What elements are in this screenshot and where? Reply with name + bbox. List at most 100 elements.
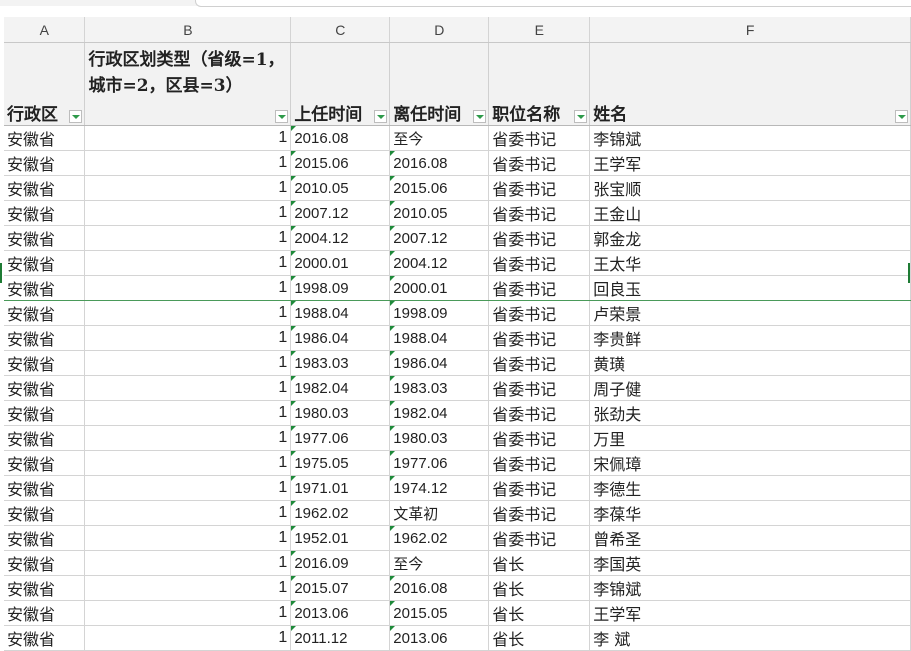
cell-type[interactable]: 1 [84,525,292,551]
header-cell-name[interactable]: 姓名 [589,42,911,126]
table-row[interactable]: 安徽省 1 2004.12 2007.12 省委书记 郭金龙 [4,225,911,251]
cell-region[interactable]: 安徽省 [4,550,86,576]
cell-region[interactable]: 安徽省 [4,325,86,351]
cell-position[interactable]: 省委书记 [488,475,591,501]
table-row[interactable]: 安徽省 1 1971.01 1974.12 省委书记 李德生 [4,475,911,501]
cell-start-date[interactable]: 2004.12 [290,225,391,251]
cell-position[interactable]: 省长 [488,550,591,576]
cell-position[interactable]: 省委书记 [488,250,591,276]
cell-type[interactable]: 1 [84,550,292,576]
cell-position[interactable]: 省委书记 [488,275,591,301]
cell-position[interactable]: 省委书记 [488,375,591,401]
cell-start-date[interactable]: 1962.02 [290,500,391,526]
column-header-b[interactable]: B [84,17,292,43]
header-cell-region[interactable]: 行政区 [4,42,86,126]
cell-start-date[interactable]: 1986.04 [290,325,391,351]
cell-start-date[interactable]: 1971.01 [290,475,391,501]
cell-start-date[interactable]: 2016.09 [290,550,391,576]
cell-start-date[interactable]: 2013.06 [290,600,391,626]
cell-position[interactable]: 省委书记 [488,350,591,376]
table-row[interactable]: 安徽省 1 1986.04 1988.04 省委书记 李贵鲜 [4,325,911,351]
table-row[interactable]: 安徽省 1 2015.07 2016.08 省长 李锦斌 [4,575,911,601]
cell-name[interactable]: 宋佩璋 [589,450,911,476]
cell-name[interactable]: 周子健 [589,375,911,401]
cell-name[interactable]: 万里 [589,425,911,451]
column-header-c[interactable]: C [290,17,391,43]
table-row[interactable]: 安徽省 1 2010.05 2015.06 省委书记 张宝顺 [4,175,911,201]
cell-region[interactable]: 安徽省 [4,200,86,226]
cell-end-date[interactable]: 1974.12 [389,475,490,501]
cell-start-date[interactable]: 1983.03 [290,350,391,376]
cell-name[interactable]: 李葆华 [589,500,911,526]
table-row[interactable]: 安徽省 1 2013.06 2015.05 省长 王学军 [4,600,911,626]
table-row[interactable]: 安徽省 1 2000.01 2004.12 省委书记 王太华 [4,250,911,276]
cell-start-date[interactable]: 1988.04 [290,300,391,326]
cell-name[interactable]: 曾希圣 [589,525,911,551]
cell-end-date[interactable]: 2015.06 [389,175,490,201]
cell-region[interactable]: 安徽省 [4,150,86,176]
cell-position[interactable]: 省委书记 [488,175,591,201]
filter-dropdown-icon[interactable] [473,110,487,123]
cell-end-date[interactable]: 1998.09 [389,300,490,326]
cell-start-date[interactable]: 2000.01 [290,250,391,276]
cell-type[interactable]: 1 [84,200,292,226]
cell-start-date[interactable]: 2016.08 [290,125,391,151]
cell-name[interactable]: 黄璜 [589,350,911,376]
table-row[interactable]: 安徽省 1 1980.03 1982.04 省委书记 张劲夫 [4,400,911,426]
cell-end-date[interactable]: 2015.05 [389,600,490,626]
filter-dropdown-icon[interactable] [275,110,289,123]
table-row[interactable]: 安徽省 1 1983.03 1986.04 省委书记 黄璜 [4,350,911,376]
cell-type[interactable]: 1 [84,400,292,426]
cell-start-date[interactable]: 1977.06 [290,425,391,451]
cell-position[interactable]: 省长 [488,600,591,626]
header-cell-end[interactable]: 离任时间 [389,42,490,126]
cell-position[interactable]: 省委书记 [488,425,591,451]
header-cell-position[interactable]: 职位名称 [488,42,591,126]
table-row[interactable]: 安徽省 1 1952.01 1962.02 省委书记 曾希圣 [4,525,911,551]
cell-region[interactable]: 安徽省 [4,375,86,401]
header-cell-type[interactable]: 行政区划类型（省级=1，城市=2，区县=3） [84,42,292,126]
cell-type[interactable]: 1 [84,325,292,351]
table-row[interactable]: 安徽省 1 2007.12 2010.05 省委书记 王金山 [4,200,911,226]
cell-region[interactable]: 安徽省 [4,625,86,651]
header-cell-start[interactable]: 上任时间 [290,42,391,126]
cell-name[interactable]: 王太华 [589,250,911,276]
cell-region[interactable]: 安徽省 [4,400,86,426]
cell-region[interactable]: 安徽省 [4,275,86,301]
cell-start-date[interactable]: 2007.12 [290,200,391,226]
cell-region[interactable]: 安徽省 [4,575,86,601]
cell-position[interactable]: 省委书记 [488,225,591,251]
table-row[interactable]: 安徽省 1 1998.09 2000.01 省委书记 回良玉 [4,275,911,301]
cell-name[interactable]: 李国英 [589,550,911,576]
cell-end-date[interactable]: 2007.12 [389,225,490,251]
cell-end-date[interactable]: 2016.08 [389,150,490,176]
table-row[interactable]: 安徽省 1 1988.04 1998.09 省委书记 卢荣景 [4,300,911,326]
cell-start-date[interactable]: 1998.09 [290,275,391,301]
cell-name[interactable]: 李锦斌 [589,575,911,601]
column-header-a[interactable]: A [4,17,86,43]
cell-region[interactable]: 安徽省 [4,175,86,201]
table-row[interactable]: 安徽省 1 1977.06 1980.03 省委书记 万里 [4,425,911,451]
cell-position[interactable]: 省委书记 [488,400,591,426]
cell-region[interactable]: 安徽省 [4,425,86,451]
cell-region[interactable]: 安徽省 [4,125,86,151]
cell-position[interactable]: 省委书记 [488,200,591,226]
cell-position[interactable]: 省委书记 [488,500,591,526]
cell-type[interactable]: 1 [84,425,292,451]
cell-end-date[interactable]: 2013.06 [389,625,490,651]
cell-end-date[interactable]: 1982.04 [389,400,490,426]
cell-type[interactable]: 1 [84,275,292,301]
cell-type[interactable]: 1 [84,125,292,151]
cell-position[interactable]: 省委书记 [488,150,591,176]
column-header-f[interactable]: F [589,17,911,43]
cell-name[interactable]: 李 斌 [589,625,911,651]
cell-end-date[interactable]: 2000.01 [389,275,490,301]
cell-end-date[interactable]: 文革初 [389,500,490,526]
cell-end-date[interactable]: 1977.06 [389,450,490,476]
cell-type[interactable]: 1 [84,225,292,251]
table-row[interactable]: 安徽省 1 2016.08 至今 省委书记 李锦斌 [4,125,911,151]
cell-name[interactable]: 李贵鲜 [589,325,911,351]
filter-dropdown-icon[interactable] [69,110,83,123]
cell-start-date[interactable]: 2010.05 [290,175,391,201]
cell-type[interactable]: 1 [84,450,292,476]
